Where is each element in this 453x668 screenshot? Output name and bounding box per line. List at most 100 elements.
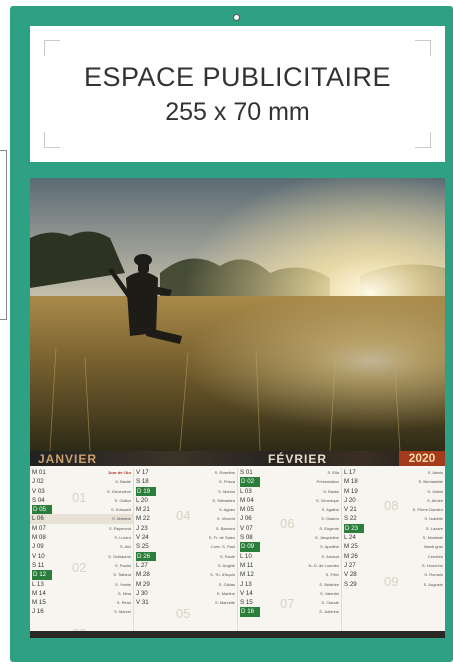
saint-name: S. Bernadette — [418, 479, 443, 485]
day-row: D 23 S. Lazare — [342, 523, 445, 534]
saint-name: S. Fr. de Sales — [208, 535, 235, 541]
day-label: L 03 — [240, 487, 252, 495]
ad-size: 255 x 70 mm — [165, 98, 310, 126]
day-row: M 18 S. Bernadette — [342, 477, 445, 486]
day-label: S 04 — [32, 496, 45, 504]
saint-name: S. Angèle — [217, 562, 235, 568]
day-row: D 19 S. Marius — [134, 486, 237, 496]
day-label: L 10 — [240, 552, 252, 560]
day-label: V 21 — [344, 506, 357, 514]
month-january: JANVIER — [38, 452, 98, 466]
calendar-header: JANVIER FÉVRIER 2020 — [30, 451, 445, 466]
day-label: S 29 — [344, 580, 357, 588]
saint-name: S. Ella — [327, 470, 339, 475]
saint-name: S. Aimée — [426, 497, 443, 503]
day-label: D 02 — [240, 477, 260, 487]
day-label: S 25 — [136, 543, 149, 551]
day-row: J 30 S. Martine — [134, 589, 237, 598]
week-number: 09 — [384, 574, 399, 589]
ad-title: ESPACE PUBLICITAIRE — [83, 62, 392, 92]
day-label: M 01 — [32, 469, 46, 476]
day-label: M 25 — [344, 543, 358, 551]
saint-name: S. Alexis — [427, 470, 443, 475]
saint-name: S. Agathe — [321, 507, 339, 513]
day-label: S 15 — [240, 599, 253, 607]
saint-name: S. Paule — [219, 553, 235, 559]
saint-name: S. Claude — [321, 600, 339, 606]
day-label: J 23 — [136, 524, 148, 532]
day-row: S 22 S. Isabelle — [342, 514, 445, 523]
saint-name: S. Lazare — [425, 525, 443, 531]
crop-mark — [44, 132, 60, 148]
saint-name: S. Gaston — [321, 516, 339, 522]
day-row: J 09 S. Alix — [30, 542, 133, 551]
day-label: J 09 — [32, 543, 44, 551]
day-row: D 26 S. Paule — [134, 551, 237, 561]
day-row: L 03 S. Blaise — [238, 487, 341, 496]
column-divider — [341, 468, 342, 638]
day-label: M 21 — [136, 506, 150, 514]
saint-name: S. Geneviève — [106, 488, 131, 494]
saint-name: Cendres — [427, 553, 443, 559]
saint-name: S. Isabelle — [424, 516, 443, 522]
day-label: M 26 — [344, 552, 358, 560]
day-label: M 19 — [344, 487, 358, 495]
day-row: S 25 Conv. S. Paul — [134, 542, 237, 551]
day-row: M 08 S. Lucien — [30, 533, 133, 542]
crop-mark — [415, 132, 431, 148]
saint-name: S. Barnard — [215, 525, 235, 531]
saint-name: S. Honorine — [421, 562, 443, 568]
calendar-footer — [30, 631, 445, 638]
day-label: V 31 — [136, 599, 149, 607]
day-row: V 17 S. Roseline — [134, 468, 237, 477]
day-label: S 08 — [240, 534, 253, 542]
saint-name: S. Gabin — [427, 488, 443, 494]
saint-name: S. Martine — [216, 590, 235, 596]
day-label: L 20 — [136, 496, 148, 504]
saint-name: S. Th. d'Aquin — [210, 572, 235, 578]
day-label: S 18 — [136, 478, 149, 486]
day-row: M 14 S. Nina — [30, 589, 133, 598]
saint-name: S. Auguste — [423, 581, 443, 587]
day-label: D 19 — [136, 486, 156, 496]
day-label: J 06 — [240, 515, 252, 523]
saint-name: S. Yvette — [115, 581, 131, 587]
column-divider — [237, 468, 238, 638]
day-row: D 02 Présentation — [238, 477, 341, 487]
saint-name: S. Pierre Damien — [412, 507, 443, 513]
day-row: M 29 S. Gildas — [134, 580, 237, 589]
day-label: D 23 — [344, 523, 364, 534]
day-row: L 06 S. Mélaine — [30, 514, 133, 524]
day-label: D 12 — [32, 570, 52, 580]
week-number: 07 — [280, 596, 295, 611]
calendar-column: M 01 Jour de l'An J 02 S. Basile V 03 S. Gene… — [30, 468, 133, 641]
day-row: M 15 S. Rémi — [30, 598, 133, 607]
day-label: M 28 — [136, 571, 150, 579]
saint-name: S. Julienne — [319, 609, 339, 615]
day-row: J 16 S. Marcel — [30, 607, 133, 616]
saint-name: S. Marius — [218, 488, 235, 494]
day-label: S 01 — [240, 469, 253, 476]
day-row: L 13 S. Yvette — [30, 580, 133, 589]
saint-name: S. Eugénie — [319, 525, 339, 531]
week-number: 02 — [72, 560, 87, 575]
saint-name: S. Félix — [325, 572, 339, 578]
day-label: L 27 — [136, 561, 148, 569]
saint-name: S. Apolline — [320, 544, 339, 550]
day-label: M 14 — [32, 589, 46, 597]
saint-name: S. Rémi — [116, 600, 131, 606]
day-label: V 14 — [240, 589, 253, 597]
day-row: M 04 S. Véronique — [238, 496, 341, 505]
hunter-photo — [30, 178, 445, 451]
saint-name: S. Arnaud — [321, 553, 339, 559]
week-number: 05 — [176, 606, 191, 621]
day-row: S 01 S. Ella — [238, 468, 341, 477]
day-label: S 11 — [32, 561, 45, 569]
day-label: L 06 — [32, 515, 44, 523]
day-label: M 04 — [240, 496, 254, 504]
day-label: L 17 — [344, 469, 356, 476]
day-row: L 17 S. Alexis — [342, 468, 445, 477]
day-label: D 16 — [240, 607, 260, 617]
saint-name: S. Valentin — [319, 590, 339, 596]
saint-name: S. Blaise — [323, 488, 339, 494]
